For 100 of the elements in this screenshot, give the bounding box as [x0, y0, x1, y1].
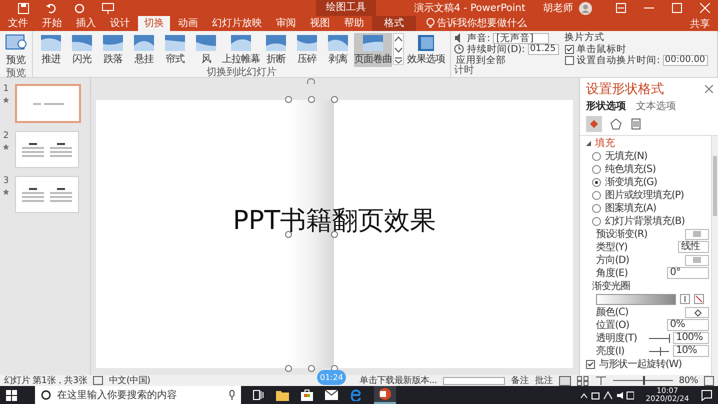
swatch-dropdown[interactable]	[685, 254, 709, 266]
transition-option[interactable]: 悬挂	[129, 33, 159, 67]
mail-icon[interactable]	[325, 390, 338, 400]
duration-field[interactable]: 01.25	[528, 44, 559, 54]
spin-field[interactable]: 0°	[667, 267, 709, 279]
task-view-icon[interactable]	[253, 390, 264, 400]
scrollbar[interactable]	[711, 136, 718, 375]
selection-handle[interactable]	[331, 96, 338, 103]
share-button[interactable]: 共享	[682, 16, 718, 31]
undo-icon[interactable]	[46, 2, 57, 14]
close-icon[interactable]	[705, 85, 713, 93]
powerpoint-app-icon[interactable]	[374, 386, 396, 404]
comments-button[interactable]: 批注	[534, 374, 553, 387]
transition-option[interactable]: 压碎	[292, 33, 322, 67]
radio-button[interactable]	[592, 190, 601, 200]
ribbon-tab[interactable]: 文件	[2, 16, 34, 31]
transition-option[interactable]: 推进	[36, 33, 66, 67]
pane-tab[interactable]: 形状选项	[586, 99, 626, 113]
ribbon-display-icon[interactable]	[616, 3, 626, 13]
slide-thumbnail[interactable]	[15, 84, 81, 123]
slide-sorter-icon[interactable]	[576, 376, 589, 386]
ribbon-tab[interactable]: 格式	[372, 16, 416, 31]
transition-option[interactable]: 风	[191, 33, 221, 67]
maximize-icon[interactable]	[672, 3, 682, 13]
transition-option[interactable]: 帘式	[160, 33, 190, 67]
color-dropdown[interactable]	[685, 306, 709, 318]
transition-option[interactable]: 剥离	[323, 33, 353, 67]
notification-icon[interactable]	[701, 390, 712, 400]
folder-icon[interactable]	[276, 390, 289, 400]
tray-icons[interactable]	[580, 390, 634, 400]
ribbon-tab[interactable]: 动画	[172, 16, 204, 31]
ribbon-tab[interactable]: 幻灯片放映	[206, 16, 268, 31]
section-header[interactable]: 填充	[595, 136, 615, 150]
checkbox[interactable]	[564, 56, 574, 64]
sound-dropdown[interactable]: [无声音]	[493, 32, 549, 44]
swatch-dropdown[interactable]	[685, 228, 709, 240]
size-icon[interactable]	[630, 118, 642, 130]
selection-handle[interactable]	[285, 96, 292, 103]
taskbar-search-field[interactable]: 在这里输入你要搜索的内容	[35, 386, 241, 404]
ribbon-tab[interactable]: 设计	[104, 16, 136, 31]
radio-button[interactable]	[592, 216, 601, 226]
ribbon-tab[interactable]: 插入	[70, 16, 102, 31]
spin-field[interactable]: 10%	[673, 345, 709, 357]
selection-handle[interactable]	[308, 365, 315, 372]
spin-field[interactable]: 0%	[667, 319, 709, 331]
gallery-scroll-icon[interactable]	[393, 33, 404, 65]
type-dropdown[interactable]: 线性	[678, 241, 709, 253]
microphone-icon[interactable]	[229, 390, 235, 400]
fill-bucket-icon[interactable]	[586, 116, 602, 132]
checkbox[interactable]	[586, 360, 595, 368]
notes-button[interactable]: 备注	[510, 374, 529, 387]
selection-handle[interactable]	[308, 96, 315, 103]
add-stop-icon[interactable]	[680, 294, 690, 304]
download-status[interactable]: 单击下载最新版本...	[360, 374, 437, 387]
checkbox-label: 设置自动换片时间:	[576, 54, 660, 66]
selection-handle[interactable]	[285, 365, 292, 372]
windows-start-icon[interactable]	[6, 390, 17, 400]
normal-view-icon[interactable]	[558, 376, 571, 386]
avatar-icon[interactable]	[579, 2, 592, 14]
tell-me-search[interactable]: 告诉我你想要做什么	[437, 16, 527, 31]
save-icon[interactable]	[18, 2, 29, 14]
checkbox[interactable]	[564, 44, 574, 54]
pentagon-icon[interactable]	[610, 118, 622, 130]
gradient-stops-bar[interactable]	[596, 294, 676, 304]
collapse-icon[interactable]	[586, 140, 591, 146]
auto-advance-time-field[interactable]: 00:00.00	[662, 54, 708, 66]
radio-button[interactable]	[592, 152, 601, 160]
present-icon[interactable]	[102, 2, 114, 14]
slide-title[interactable]: PPT书籍翻页效果	[232, 203, 436, 238]
ribbon-tab[interactable]: 视图	[304, 16, 336, 31]
transition-option[interactable]: 折断	[261, 33, 291, 67]
slide-thumbnail[interactable]	[15, 176, 79, 213]
transition-option[interactable]: 上拉帷幕	[222, 33, 260, 67]
ribbon-tab[interactable]: 切换	[138, 16, 170, 31]
reading-view-icon[interactable]	[594, 376, 607, 386]
ribbon-tab[interactable]: 帮助	[338, 16, 370, 31]
remove-stop-icon[interactable]	[694, 294, 704, 304]
radio-button[interactable]	[592, 204, 601, 212]
selection-handle[interactable]	[331, 231, 338, 238]
selection-handle[interactable]	[285, 231, 292, 238]
transition-option[interactable]: 跌落	[98, 33, 128, 67]
ribbon-tab[interactable]: 开始	[36, 16, 68, 31]
language-label[interactable]: 中文(中国)	[109, 374, 150, 387]
preview-button[interactable]: 预览	[3, 33, 29, 68]
zoom-level[interactable]: 80%	[678, 376, 698, 386]
spellcheck-icon[interactable]	[93, 376, 104, 385]
spin-field[interactable]: 100%	[673, 332, 709, 344]
apply-to-all-button[interactable]: 应用到全部	[454, 55, 559, 65]
pane-tab[interactable]: 文本选项	[636, 99, 676, 113]
transition-option[interactable]: 页面卷曲	[354, 33, 392, 67]
user-name[interactable]: 胡老师	[543, 1, 573, 15]
slide-thumbnail[interactable]	[15, 131, 79, 168]
transition-option[interactable]: 闪光	[67, 33, 97, 67]
effect-options-button[interactable]: 效果选项	[405, 33, 447, 67]
shopping-bag-icon[interactable]	[301, 389, 313, 401]
fit-to-window-icon[interactable]	[704, 376, 714, 386]
ribbon-tab[interactable]: 审阅	[270, 16, 302, 31]
radio-button[interactable]	[592, 164, 601, 174]
browser-e-icon[interactable]	[350, 389, 362, 401]
radio-button[interactable]	[592, 178, 601, 186]
